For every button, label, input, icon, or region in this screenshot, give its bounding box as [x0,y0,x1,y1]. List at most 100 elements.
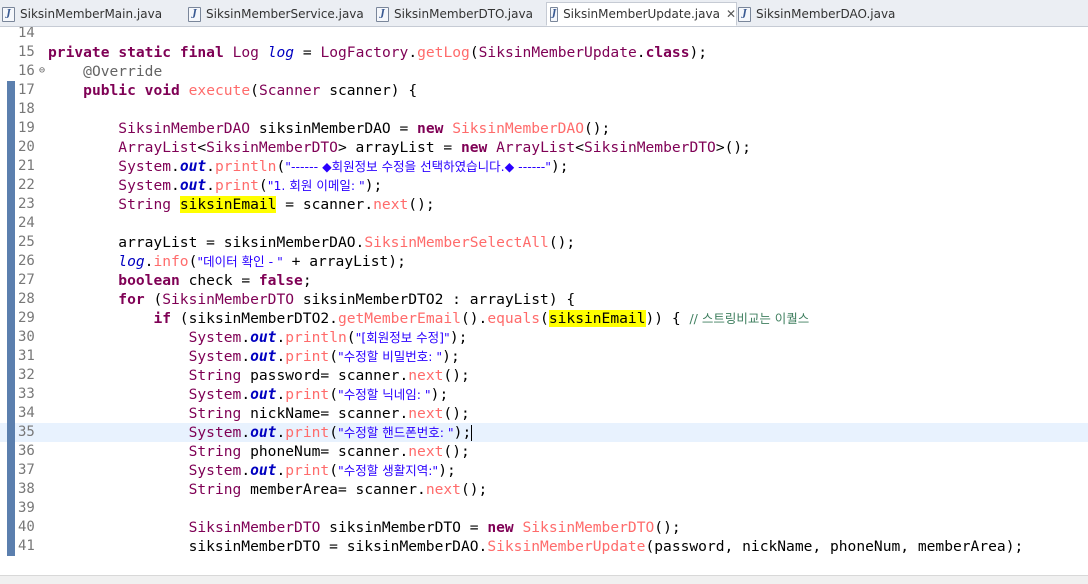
code-line[interactable]: 38 String memberArea= scanner.next(); [0,480,1088,499]
line-number: 29 [0,309,44,328]
change-marker [7,81,15,100]
line-number: 27 [0,271,44,290]
change-marker [7,214,15,233]
change-marker [7,404,15,423]
line-number: 17 [0,81,44,100]
tab-siksin-member-service[interactable]: J SiksinMemberService.java [188,3,368,25]
code-line[interactable]: 29 if (siksinMemberDTO2.getMemberEmail()… [0,309,1088,328]
close-tab-icon[interactable]: ✕ [726,7,736,21]
code-line[interactable]: 37 System.out.print("수정할 생활지역:"); [0,461,1088,480]
code-text: arrayList = siksinMemberDAO.SiksinMember… [48,234,576,251]
code-text: @Override [83,63,163,80]
line-number-text: 23 [18,196,35,212]
line-number-text: 27 [18,272,35,288]
code-text: System.out.print("수정할 닉네임: "); [188,386,449,403]
code-text: String memberArea= scanner.next(); [188,481,488,498]
change-marker [7,271,15,290]
line-number-text: 16 [18,63,35,79]
line-number-text: 19 [18,120,35,136]
code-text: String phoneNum= scanner.next(); [188,443,470,460]
code-line[interactable]: 33 System.out.print("수정할 닉네임: "); [0,385,1088,404]
code-line[interactable]: 21 System.out.println("------ ◆회원정보 수정을 … [0,157,1088,176]
line-number: 35 [0,423,44,442]
change-marker [7,100,15,119]
code-text: public void execute(Scanner scanner) { [83,82,418,99]
code-line[interactable]: 40 SiksinMemberDTO siksinMemberDTO = new… [0,518,1088,537]
code-line[interactable]: 22 System.out.print("1. 회원 이메일: "); [0,176,1088,195]
line-number: 19 [0,119,44,138]
line-number: 18 [0,100,44,119]
code-text: String siksinEmail = scanner.next(); [118,196,435,213]
line-number-text: 38 [18,481,35,497]
code-text: System.out.print("수정할 비밀번호: "); [188,348,460,365]
code-line[interactable]: 27 boolean check = false; [0,271,1088,290]
code-line[interactable]: 16 ⊖ @Override [0,62,1088,81]
code-text: System.out.println("------ ◆회원정보 수정을 선택하… [118,158,569,175]
code-line[interactable]: 25 arrayList = siksinMemberDAO.SiksinMem… [0,233,1088,252]
code-line[interactable]: 32 String password= scanner.next(); [0,366,1088,385]
line-number: 36 [0,442,44,461]
line-number-text: 18 [18,101,35,117]
line-number-text: 33 [18,386,35,402]
line-number: 37 [0,461,44,480]
line-number: 16 [0,62,44,81]
change-marker [7,347,15,366]
code-text: System.out.print("수정할 생활지역:"); [188,462,456,479]
line-number-text: 34 [18,405,35,421]
line-number: 22 [0,176,44,195]
code-line[interactable]: 14 [0,27,1088,43]
code-text: log.info("데이터 확인 - " + arrayList); [118,253,406,270]
java-file-icon: J [376,6,389,22]
change-marker [7,290,15,309]
code-text: if (siksinMemberDTO2.getMemberEmail().eq… [153,310,810,327]
line-number: 15 [0,43,44,62]
line-number-text: 21 [18,158,35,174]
code-line[interactable]: 17 public void execute(Scanner scanner) … [0,81,1088,100]
code-text: siksinMemberDTO = siksinMemberDAO.Siksin… [48,538,1024,555]
code-text: SiksinMemberDAO siksinMemberDAO = new Si… [118,120,611,137]
code-line[interactable]: 23 String siksinEmail = scanner.next(); [0,195,1088,214]
code-line[interactable]: 24 [0,214,1088,233]
line-number: 38 [0,480,44,499]
line-number-text: 15 [18,44,35,60]
tab-siksin-member-update[interactable]: J SiksinMemberUpdate.java ✕ [546,2,737,26]
code-line[interactable]: 19 SiksinMemberDAO siksinMemberDAO = new… [0,119,1088,138]
change-marker [7,480,15,499]
code-line[interactable]: 31 System.out.print("수정할 비밀번호: "); [0,347,1088,366]
code-editor[interactable]: 14 15 private static final Log log = LogFa… [0,27,1088,575]
line-number-text: 20 [18,139,35,155]
line-number-text: 31 [18,348,35,364]
line-number: 34 [0,404,44,423]
tab-siksin-member-main[interactable]: J SiksinMemberMain.java [2,3,172,25]
code-line[interactable]: 30 System.out.println("[회원정보 수정]"); [0,328,1088,347]
code-text: SiksinMemberDTO siksinMemberDTO = new Si… [188,519,681,536]
line-number-text: 17 [18,82,35,98]
line-number-text: 37 [18,462,35,478]
text-caret [471,425,473,441]
line-number: 21 [0,157,44,176]
change-marker [7,195,15,214]
change-marker [7,385,15,404]
code-line[interactable]: 36 String phoneNum= scanner.next(); [0,442,1088,461]
code-line[interactable]: 28 for (SiksinMemberDTO siksinMemberDTO2… [0,290,1088,309]
line-number-text: 24 [18,215,35,231]
tab-siksin-member-dao[interactable]: J SiksinMemberDAO.java [738,3,898,25]
code-line[interactable]: 26 log.info("데이터 확인 - " + arrayList); [0,252,1088,271]
code-line[interactable]: 18 [0,100,1088,119]
change-marker [7,328,15,347]
line-number-text: 22 [18,177,35,193]
line-number: 14 [0,27,44,43]
code-line[interactable]: 39 [0,499,1088,518]
code-text: private static final Log log = LogFactor… [48,44,708,61]
code-line[interactable]: 34 String nickName= scanner.next(); [0,404,1088,423]
line-number-text: 41 [18,538,35,554]
line-number: 31 [0,347,44,366]
line-number-text: 25 [18,234,35,250]
code-line[interactable]: 35 System.out.print("수정할 핸드폰번호: "); [0,423,1088,442]
code-line[interactable]: 41 siksinMemberDTO = siksinMemberDAO.Sik… [0,537,1088,556]
line-number: 26 [0,252,44,271]
code-line[interactable]: 20 ArrayList<SiksinMemberDTO> arrayList … [0,138,1088,157]
tab-siksin-member-dto[interactable]: J SiksinMemberDTO.java [376,3,536,25]
change-marker [7,499,15,518]
code-line[interactable]: 15 private static final Log log = LogFact… [0,43,1088,62]
